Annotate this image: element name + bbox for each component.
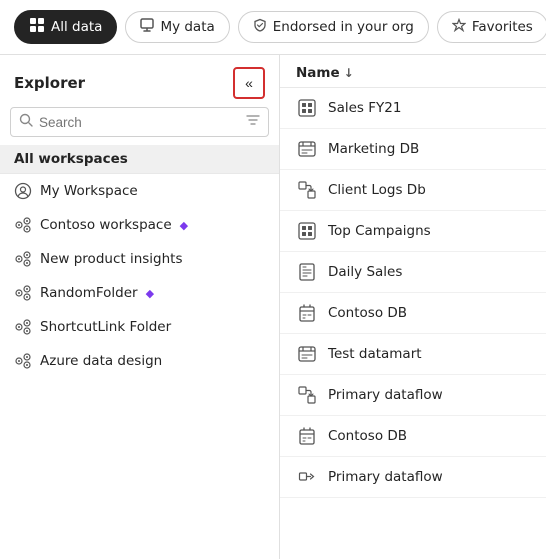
star-icon: [452, 18, 466, 36]
sidebar-title: Explorer: [14, 74, 85, 92]
grid-icon: [29, 17, 45, 37]
report2-icon-2: [296, 425, 318, 447]
sidebar-item-random-folder[interactable]: RandomFolder ◆: [0, 276, 279, 310]
list-item-daily-sales-label: Daily Sales: [328, 264, 402, 280]
list-item-contoso-db-2-label: Contoso DB: [328, 428, 407, 444]
sidebar-item-my-workspace[interactable]: My Workspace: [0, 174, 279, 208]
list-item-marketing-db-label: Marketing DB: [328, 141, 419, 157]
gear-multi-icon-2: [14, 250, 32, 268]
collapse-button[interactable]: «: [233, 67, 265, 99]
list-item-sales-fy21[interactable]: Sales FY21: [280, 88, 546, 129]
list-item-primary-dataflow-label: Primary dataflow: [328, 387, 443, 403]
tab-favorites-label: Favorites: [472, 19, 533, 35]
workspaces-group-header: All workspaces: [0, 145, 279, 174]
content-header: Name ↓: [280, 55, 546, 88]
search-bar[interactable]: [10, 107, 269, 137]
dataset-icon: [296, 97, 318, 119]
report-icon: [296, 261, 318, 283]
list-item-test-datamart[interactable]: Test datamart: [280, 334, 546, 375]
dataset-icon-2: [296, 220, 318, 242]
sidebar-header: Explorer «: [0, 55, 279, 107]
dataflow-icon-2: [296, 384, 318, 406]
list-item-marketing-db[interactable]: Marketing DB: [280, 129, 546, 170]
gear-multi-icon-5: [14, 352, 32, 370]
sidebar-item-contoso-workspace-label: Contoso workspace: [40, 217, 172, 233]
list-item-primary-dataflow-2-label: Primary dataflow: [328, 469, 443, 485]
gear-multi-icon: [14, 216, 32, 234]
list-item-contoso-db-2[interactable]: Contoso DB: [280, 416, 546, 457]
list-item-client-logs-db[interactable]: Client Logs Db: [280, 170, 546, 211]
tab-my-data[interactable]: My data: [125, 11, 229, 43]
diamond-badge-1: ◆: [180, 219, 188, 232]
person-icon: [140, 18, 154, 36]
datamart-icon-2: [296, 343, 318, 365]
tab-endorsed[interactable]: Endorsed in your org: [238, 11, 429, 43]
dataflow-icon: [296, 179, 318, 201]
list-item-primary-dataflow[interactable]: Primary dataflow: [280, 375, 546, 416]
report2-icon: [296, 302, 318, 324]
top-tabs: All data My data Endorsed in your org Fa…: [0, 0, 546, 55]
datamart-icon: [296, 138, 318, 160]
sort-down-icon[interactable]: ↓: [344, 66, 354, 80]
tab-all-data-label: All data: [51, 19, 102, 35]
sidebar-item-shortcutlink-folder[interactable]: ShortcutLink Folder: [0, 310, 279, 344]
tab-my-data-label: My data: [160, 19, 214, 35]
list-item-test-datamart-label: Test datamart: [328, 346, 422, 362]
gear-multi-icon-4: [14, 318, 32, 336]
tab-all-data[interactable]: All data: [14, 10, 117, 44]
list-item-sales-fy21-label: Sales FY21: [328, 100, 401, 116]
search-icon: [19, 113, 33, 131]
list-item-contoso-db-label: Contoso DB: [328, 305, 407, 321]
sidebar-item-random-folder-label: RandomFolder: [40, 285, 138, 301]
filter-icon[interactable]: [246, 113, 260, 131]
sidebar: Explorer « All workspaces: [0, 55, 280, 559]
list-item-primary-dataflow-2[interactable]: Primary dataflow: [280, 457, 546, 498]
workspace-section: All workspaces My Workspace: [0, 145, 279, 559]
tab-favorites[interactable]: Favorites: [437, 11, 546, 43]
gear-multi-icon-3: [14, 284, 32, 302]
tab-endorsed-label: Endorsed in your org: [273, 19, 414, 35]
person-circle-icon: [14, 182, 32, 200]
sidebar-item-azure-data-design-label: Azure data design: [40, 353, 162, 369]
name-column-label: Name: [296, 65, 340, 81]
content-area: Name ↓ Sales FY21: [280, 55, 546, 559]
sidebar-item-new-product-insights-label: New product insights: [40, 251, 183, 267]
list-item-client-logs-db-label: Client Logs Db: [328, 182, 426, 198]
list-item-daily-sales[interactable]: Daily Sales: [280, 252, 546, 293]
dataflow2-icon: [296, 466, 318, 488]
sidebar-item-azure-data-design[interactable]: Azure data design: [0, 344, 279, 378]
chevron-left-icon: «: [245, 75, 253, 91]
main-layout: Explorer « All workspaces: [0, 55, 546, 559]
search-input[interactable]: [39, 115, 240, 130]
shield-icon: [253, 18, 267, 36]
sidebar-item-contoso-workspace[interactable]: Contoso workspace ◆: [0, 208, 279, 242]
sidebar-item-my-workspace-label: My Workspace: [40, 183, 138, 199]
diamond-badge-2: ◆: [146, 287, 154, 300]
list-item-top-campaigns-label: Top Campaigns: [328, 223, 431, 239]
list-item-contoso-db[interactable]: Contoso DB: [280, 293, 546, 334]
sidebar-item-new-product-insights[interactable]: New product insights: [0, 242, 279, 276]
sidebar-item-shortcutlink-folder-label: ShortcutLink Folder: [40, 319, 171, 335]
list-item-top-campaigns[interactable]: Top Campaigns: [280, 211, 546, 252]
